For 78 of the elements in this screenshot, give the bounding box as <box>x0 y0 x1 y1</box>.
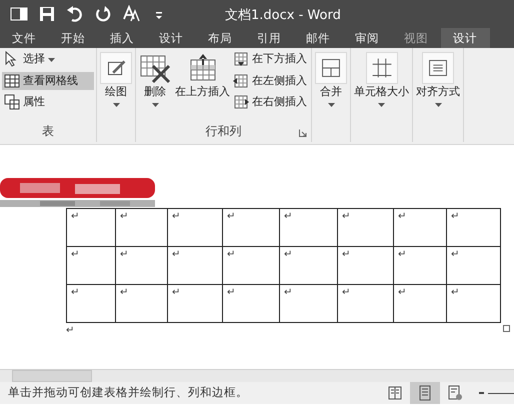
table-cell: ↵ <box>280 208 338 246</box>
table-cell: ↵ <box>446 284 500 322</box>
word-logo-icon <box>10 5 28 23</box>
table-cell: ↵ <box>168 246 222 284</box>
table-cell: ↵ <box>116 284 168 322</box>
cell-size-icon <box>366 52 398 84</box>
group-label: 表 <box>42 123 54 140</box>
table-cell: ↵ <box>116 208 168 246</box>
caret-icon <box>48 58 55 63</box>
ribbon-button[interactable]: 查看网格线 <box>2 72 94 90</box>
table-cell: ↵ <box>338 284 394 322</box>
table-cell: ↵ <box>66 246 116 284</box>
print-layout-icon <box>417 385 433 401</box>
table-cell: ↵ <box>116 246 168 284</box>
ribbon-tab[interactable]: 设计 <box>441 28 490 48</box>
alignment-icon <box>422 52 454 84</box>
ribbon-button[interactable]: 属性 <box>2 93 94 112</box>
ribbon-button[interactable]: 在左侧插入 <box>231 72 309 90</box>
ribbon-tab[interactable]: 文件 <box>0 28 49 48</box>
status-text: 单击并拖动可创建表格并绘制行、列和边框。 <box>8 384 248 402</box>
ribbon-button[interactable]: 在下方插入 <box>231 50 309 68</box>
table-cell: ↵ <box>446 246 500 284</box>
insert-right-icon <box>233 94 249 110</box>
table-cell: ↵ <box>168 208 222 246</box>
view-button[interactable] <box>410 382 440 404</box>
paragraph-mark: ↵ <box>66 324 74 338</box>
web-layout-icon <box>447 385 463 401</box>
read-mode-icon <box>387 385 403 401</box>
table-cell: ↵ <box>394 208 446 246</box>
ribbon-button[interactable]: 绘图 <box>99 50 133 110</box>
ribbon-button[interactable]: 在上方插入 <box>174 50 231 102</box>
insert-left-icon <box>233 72 249 89</box>
table-cell: ↵ <box>222 284 280 322</box>
caret-icon <box>112 102 120 108</box>
ribbon-tab[interactable]: 插入 <box>98 28 147 48</box>
table-cell: ↵ <box>168 284 222 322</box>
caret-icon <box>434 102 442 108</box>
ribbon-button[interactable]: 在右侧插入 <box>231 93 309 112</box>
ribbon-tab[interactable]: 布局 <box>196 28 245 48</box>
ribbon-tab[interactable]: 引用 <box>245 28 294 48</box>
insert-below-icon <box>233 51 249 68</box>
pencil-table-icon <box>100 52 132 84</box>
ribbon-button[interactable]: 单元格大小 <box>353 50 410 110</box>
caret-icon <box>378 102 385 108</box>
table-cell: ↵ <box>338 208 394 246</box>
ribbon-tab[interactable]: 开始 <box>49 28 98 48</box>
table-cell: ↵ <box>280 246 338 284</box>
dialog-launcher-icon[interactable] <box>299 129 307 137</box>
ribbon-button[interactable]: 删除 <box>138 50 172 110</box>
ribbon-tab[interactable]: 邮件 <box>294 28 343 48</box>
table-cell: ↵ <box>446 208 500 246</box>
ribbon-tab[interactable]: 设计 <box>147 28 196 48</box>
undo-icon[interactable] <box>66 5 84 23</box>
group-label: 行和列 <box>206 123 242 140</box>
ribbon-tab[interactable]: 审阅 <box>343 28 392 48</box>
ribbon-button[interactable]: 对齐方式 <box>415 50 461 110</box>
table-cell: ↵ <box>394 246 446 284</box>
table-cell: ↵ <box>66 284 116 322</box>
resize-handle[interactable] <box>503 325 510 332</box>
caret-icon <box>152 102 158 108</box>
caret-icon <box>328 102 334 108</box>
scrollbar-thumb[interactable] <box>12 370 92 382</box>
table-cell: ↵ <box>338 246 394 284</box>
ribbon-button[interactable]: 选择 <box>2 50 94 68</box>
redo-icon[interactable] <box>94 5 112 23</box>
table-cell: ↵ <box>222 246 280 284</box>
font-style-icon[interactable] <box>122 5 140 23</box>
table-cell: ↵ <box>280 284 338 322</box>
save-icon[interactable] <box>38 5 56 23</box>
table-cell: ↵ <box>394 284 446 322</box>
merge-cells-icon <box>315 52 347 84</box>
grid-icon <box>4 72 20 89</box>
window-title: 文档1.docx - Word <box>225 7 341 25</box>
ribbon-tab[interactable]: 视图 <box>392 28 441 48</box>
table-cell: ↵ <box>66 208 116 246</box>
table-cell: ↵ <box>222 208 280 246</box>
table-properties-icon <box>4 94 20 110</box>
ribbon-button[interactable]: 合并 <box>314 50 348 110</box>
